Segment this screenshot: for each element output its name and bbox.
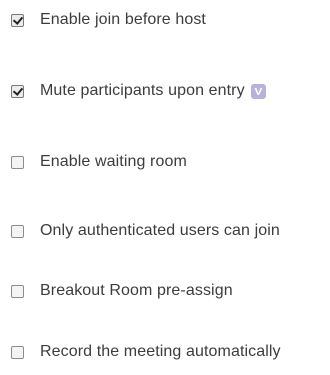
meeting-options-list: Enable join before host Mute participant…: [0, 0, 330, 375]
badge-glyph-icon: [254, 87, 263, 95]
join-before-host-checkbox[interactable]: [11, 13, 24, 27]
option-join-before-host[interactable]: Enable join before host: [11, 8, 206, 32]
breakout-preassign-label: Breakout Room pre-assign: [40, 282, 233, 299]
waiting-room-checkbox[interactable]: [11, 155, 24, 169]
join-before-host-label: Enable join before host: [40, 11, 206, 28]
option-breakout-preassign[interactable]: Breakout Room pre-assign: [11, 279, 233, 303]
info-badge-icon[interactable]: [250, 83, 266, 99]
option-mute-on-entry[interactable]: Mute participants upon entry: [11, 79, 266, 103]
breakout-preassign-checkbox[interactable]: [11, 284, 24, 298]
authenticated-only-checkbox[interactable]: [11, 224, 24, 238]
auto-record-label: Record the meeting automatically: [40, 343, 281, 360]
auto-record-checkbox[interactable]: [11, 345, 24, 359]
waiting-room-label: Enable waiting room: [40, 153, 187, 170]
authenticated-only-label: Only authenticated users can join: [40, 222, 280, 239]
option-waiting-room[interactable]: Enable waiting room: [11, 150, 187, 174]
option-authenticated-only[interactable]: Only authenticated users can join: [11, 219, 280, 243]
mute-on-entry-label: Mute participants upon entry: [40, 82, 245, 99]
mute-on-entry-checkbox[interactable]: [11, 84, 24, 98]
option-auto-record[interactable]: Record the meeting automatically: [11, 340, 281, 364]
